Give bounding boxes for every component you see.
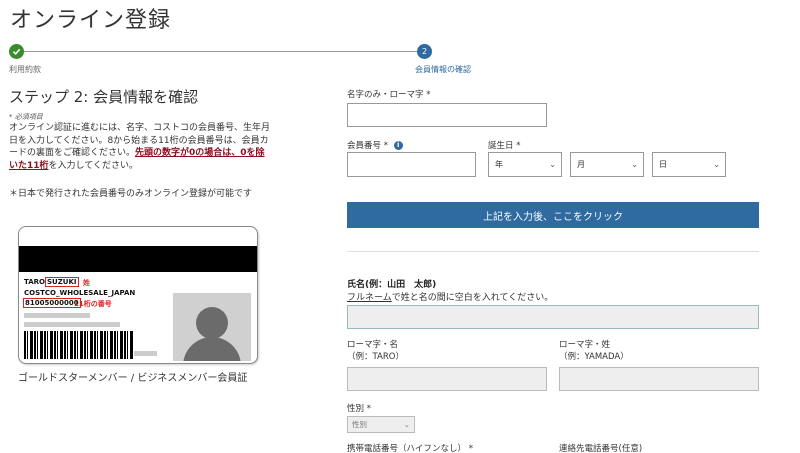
fullname-help-link: フルネーム xyxy=(347,293,392,303)
required-mark: * xyxy=(426,90,431,100)
gender-label: 性別 * xyxy=(347,402,371,414)
member-number-label-text: 会員番号 xyxy=(347,141,382,151)
surname-roman-label: 名字のみ・ローマ字 * xyxy=(347,88,430,100)
last-roman-label: ローマ字・姓 （例：YAMADA） xyxy=(559,339,629,363)
step-2-label: 会員情報の確認 xyxy=(415,65,471,74)
fullname-label: 氏名(例：山田 太郎) xyxy=(347,280,437,290)
required-note: * 必須項目 xyxy=(9,113,43,121)
member-photo-placeholder xyxy=(173,293,251,361)
mobile-phone-label-text: 携帯電話番号（ハイフンなし） xyxy=(347,444,467,453)
progress-line xyxy=(16,51,424,52)
surname-tag: 姓 xyxy=(83,279,90,287)
last-roman-label-text: ローマ字・姓 xyxy=(559,340,611,350)
barcode xyxy=(24,331,134,359)
birth-year-value: 年 xyxy=(495,160,503,169)
chevron-down-icon: ⌄ xyxy=(549,160,556,169)
mobile-phone-label: 携帯電話番号（ハイフンなし） * xyxy=(347,442,473,453)
required-mark: * xyxy=(516,141,521,151)
step-1-indicator xyxy=(9,44,24,59)
surname-roman-input[interactable] xyxy=(347,103,547,127)
card-caption: ゴールドスターメンバー / ビジネスメンバー会員証 xyxy=(18,373,248,384)
chevron-down-icon: ⌄ xyxy=(631,160,638,169)
card-company: COSTCO_WHOLESALE_JAPAN xyxy=(24,289,136,297)
fullname-help-text: で姓と名の間に空白を入れてください。 xyxy=(391,293,554,303)
instructions: オンライン認証に進むには、名字、コストコの会員番号、生年月日を入力してください。… xyxy=(9,122,271,172)
page-title: オンライン登録 xyxy=(10,8,172,33)
card-name: TARO SUZUKI xyxy=(24,277,79,287)
birthdate-label-text: 誕生日 xyxy=(488,141,514,151)
japan-only-note: ＊日本で発行された会員番号のみオンライン登録が可能です xyxy=(9,189,253,199)
gender-label-text: 性別 xyxy=(347,404,365,414)
step-1-label: 利用約款 xyxy=(9,65,41,74)
chevron-down-icon: ⌄ xyxy=(403,420,410,429)
magnetic-stripe xyxy=(19,246,257,272)
member-number-label: 会員番号 * i xyxy=(347,139,403,151)
card-last-name: SUZUKI xyxy=(45,277,79,287)
last-roman-example: （例：YAMADA） xyxy=(559,352,629,362)
card-placeholder-bar xyxy=(24,313,90,318)
first-roman-input[interactable] xyxy=(347,367,547,391)
gender-select[interactable]: 性別 ⌄ xyxy=(347,416,415,433)
birth-month-select[interactable]: 月 ⌄ xyxy=(570,152,644,177)
birthdate-label: 誕生日 * xyxy=(488,139,520,151)
alt-phone-label: 連絡先電話番号(任意) xyxy=(559,444,643,453)
submit-button[interactable]: 上記を入力後、ここをクリック xyxy=(347,202,759,228)
step-heading: ステップ 2: 会員情報を確認 xyxy=(9,88,199,106)
first-roman-label: ローマ字・名 （例：TARO） xyxy=(347,339,404,363)
card-number-tag: 11桁の番号 xyxy=(74,300,112,308)
fullname-help: フルネームで姓と名の間に空白を入れてください。 xyxy=(347,290,553,303)
card-first-name: TARO xyxy=(24,278,45,286)
divider xyxy=(347,251,759,252)
birth-month-value: 月 xyxy=(577,160,585,169)
avatar-body xyxy=(183,337,241,361)
last-roman-input[interactable] xyxy=(559,367,759,391)
step-2-indicator: 2 xyxy=(417,44,432,59)
surname-roman-label-text: 名字のみ・ローマ字 xyxy=(347,90,424,100)
avatar-head xyxy=(196,307,228,339)
first-roman-label-text: ローマ字・名 xyxy=(347,340,399,350)
info-icon[interactable]: i xyxy=(393,141,403,150)
required-mark: * xyxy=(383,141,388,151)
fullname-input[interactable] xyxy=(347,305,759,329)
chevron-down-icon: ⌄ xyxy=(713,160,720,169)
birth-year-select[interactable]: 年 ⌄ xyxy=(488,152,562,177)
checkmark-icon xyxy=(12,48,21,55)
member-card-illustration: TARO SUZUKI 姓 COSTCO_WHOLESALE_JAPAN 8100… xyxy=(18,226,258,364)
card-placeholder-bar xyxy=(24,322,120,327)
birth-day-value: 日 xyxy=(659,160,667,169)
required-mark: * xyxy=(366,404,371,414)
instructions-tail: を入力してください。 xyxy=(48,160,138,171)
birth-day-select[interactable]: 日 ⌄ xyxy=(652,152,726,177)
card-number: 81005000000 xyxy=(23,298,81,308)
member-number-input[interactable] xyxy=(347,152,476,177)
first-roman-example: （例：TARO） xyxy=(347,352,404,362)
gender-value: 性別 xyxy=(352,420,367,429)
required-mark: * xyxy=(468,444,473,453)
